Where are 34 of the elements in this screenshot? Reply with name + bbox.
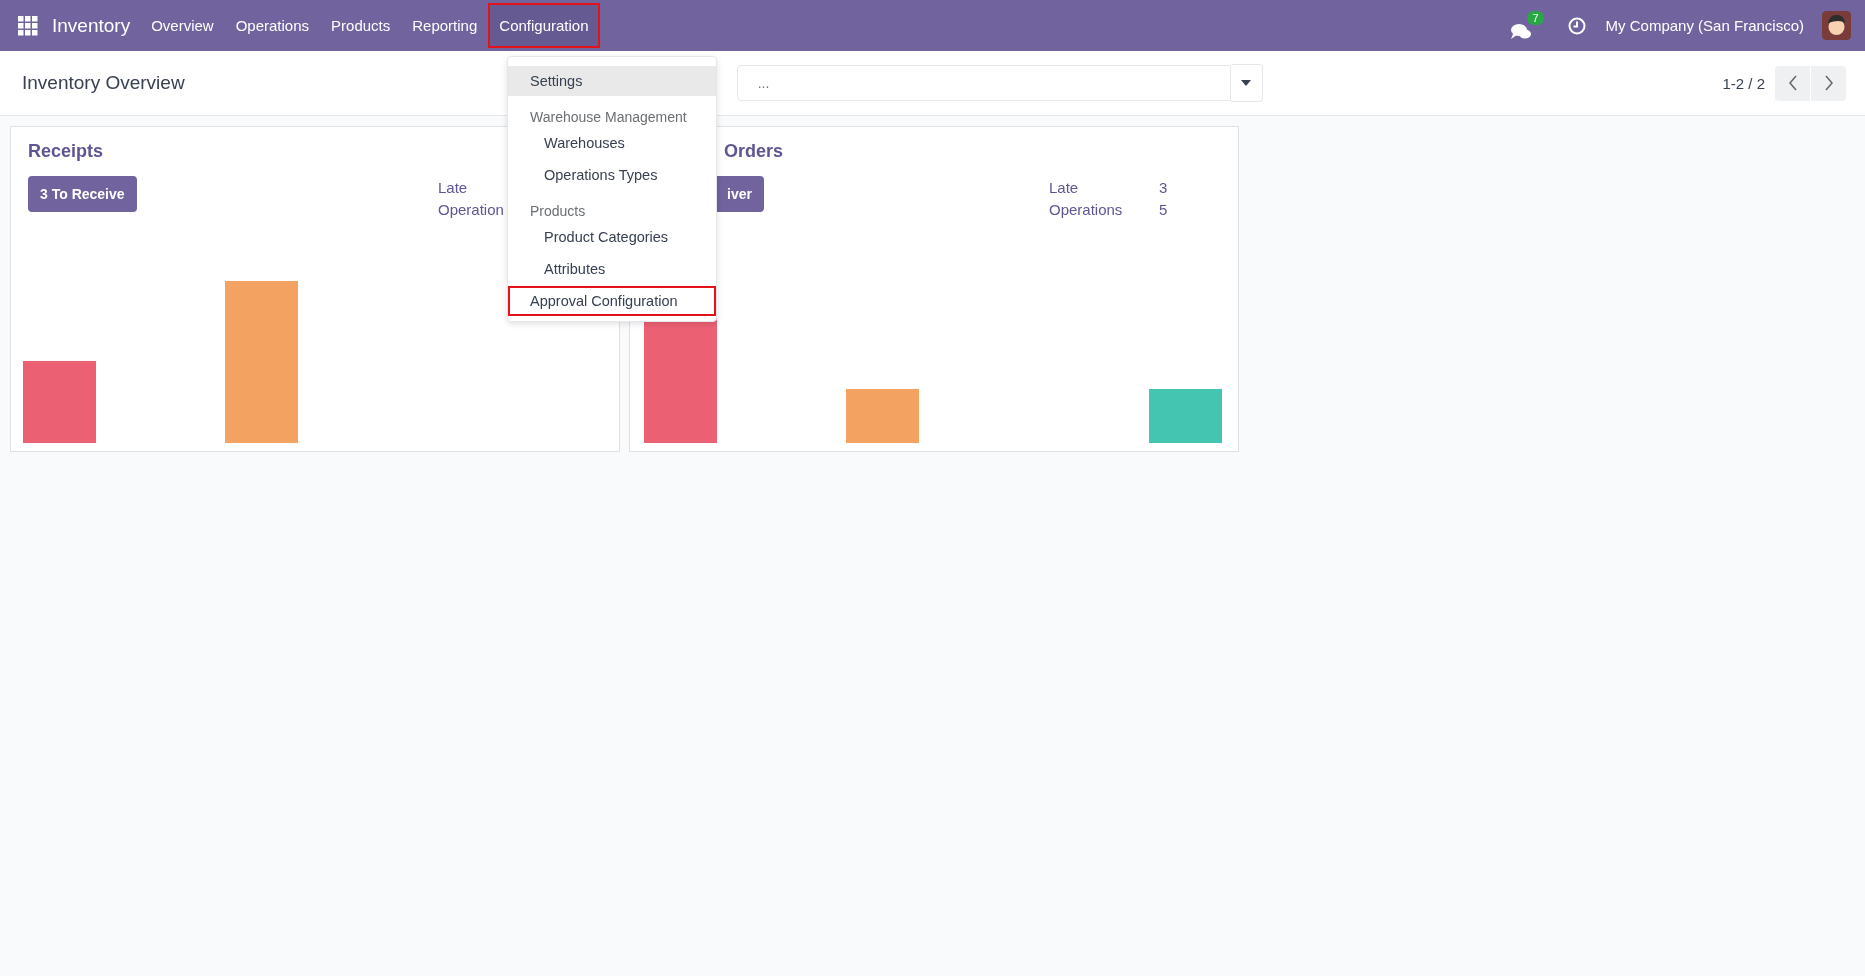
nav-menu-item[interactable]: Operations: [224, 3, 321, 48]
menu-section-header: Products: [529, 202, 587, 221]
nav-menu-item[interactable]: Products: [320, 3, 402, 48]
app-name[interactable]: Inventory: [52, 14, 131, 37]
clock-icon[interactable]: [1567, 16, 1586, 35]
page-title: Inventory Overview: [22, 72, 185, 94]
notification-badge: 7: [1527, 10, 1544, 25]
card-title: Receipts: [28, 141, 104, 162]
menu-item[interactable]: Approval Configuration: [508, 286, 716, 316]
menu-item[interactable]: Settings: [508, 66, 716, 96]
menu-item[interactable]: Product Categories: [508, 222, 716, 252]
menu-section-header: Warehouse Management: [529, 108, 688, 127]
company-switcher[interactable]: My Company (San Francisco): [1605, 17, 1804, 34]
stat-label[interactable]: Operations: [1049, 201, 1159, 218]
chevron-right-icon: [1823, 75, 1834, 91]
stat-value[interactable]: 3: [1159, 179, 1179, 196]
card-title: Orders: [724, 141, 784, 162]
chevron-left-icon: [1787, 75, 1798, 91]
user-avatar[interactable]: [1822, 11, 1851, 40]
stat-value[interactable]: 5: [1159, 201, 1179, 218]
caret-icon: [1241, 80, 1252, 86]
action-button[interactable]: 3 To Receive: [28, 176, 137, 212]
menu-item[interactable]: Attributes: [508, 254, 716, 284]
search-field[interactable]: ...: [736, 65, 1231, 101]
apps-menu-icon[interactable]: [18, 15, 38, 36]
menu-item[interactable]: Operations Types: [508, 160, 716, 190]
nav-menu-item[interactable]: Overview: [140, 3, 225, 48]
pager-value: 1-2 / 2: [1722, 74, 1765, 92]
nav-menu-item[interactable]: Reporting: [401, 3, 489, 48]
chat-icon[interactable]: [1509, 22, 1532, 41]
search-options-toggle[interactable]: [1230, 64, 1263, 102]
menu-item[interactable]: Warehouses: [508, 128, 716, 158]
stat-label[interactable]: Late: [1049, 179, 1159, 196]
nav-menu-item[interactable]: Configuration: [488, 3, 600, 48]
